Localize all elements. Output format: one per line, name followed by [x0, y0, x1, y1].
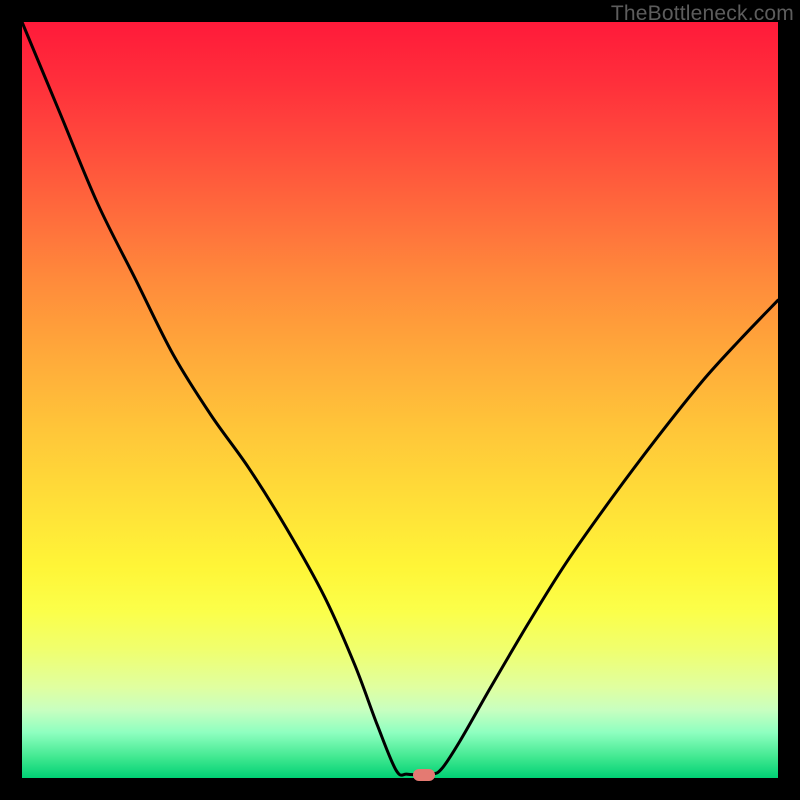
optimal-point-marker: [413, 769, 435, 781]
plot-area: [22, 22, 778, 778]
bottleneck-curve: [22, 22, 778, 778]
chart-frame: TheBottleneck.com: [0, 0, 800, 800]
watermark-text: TheBottleneck.com: [611, 2, 794, 26]
